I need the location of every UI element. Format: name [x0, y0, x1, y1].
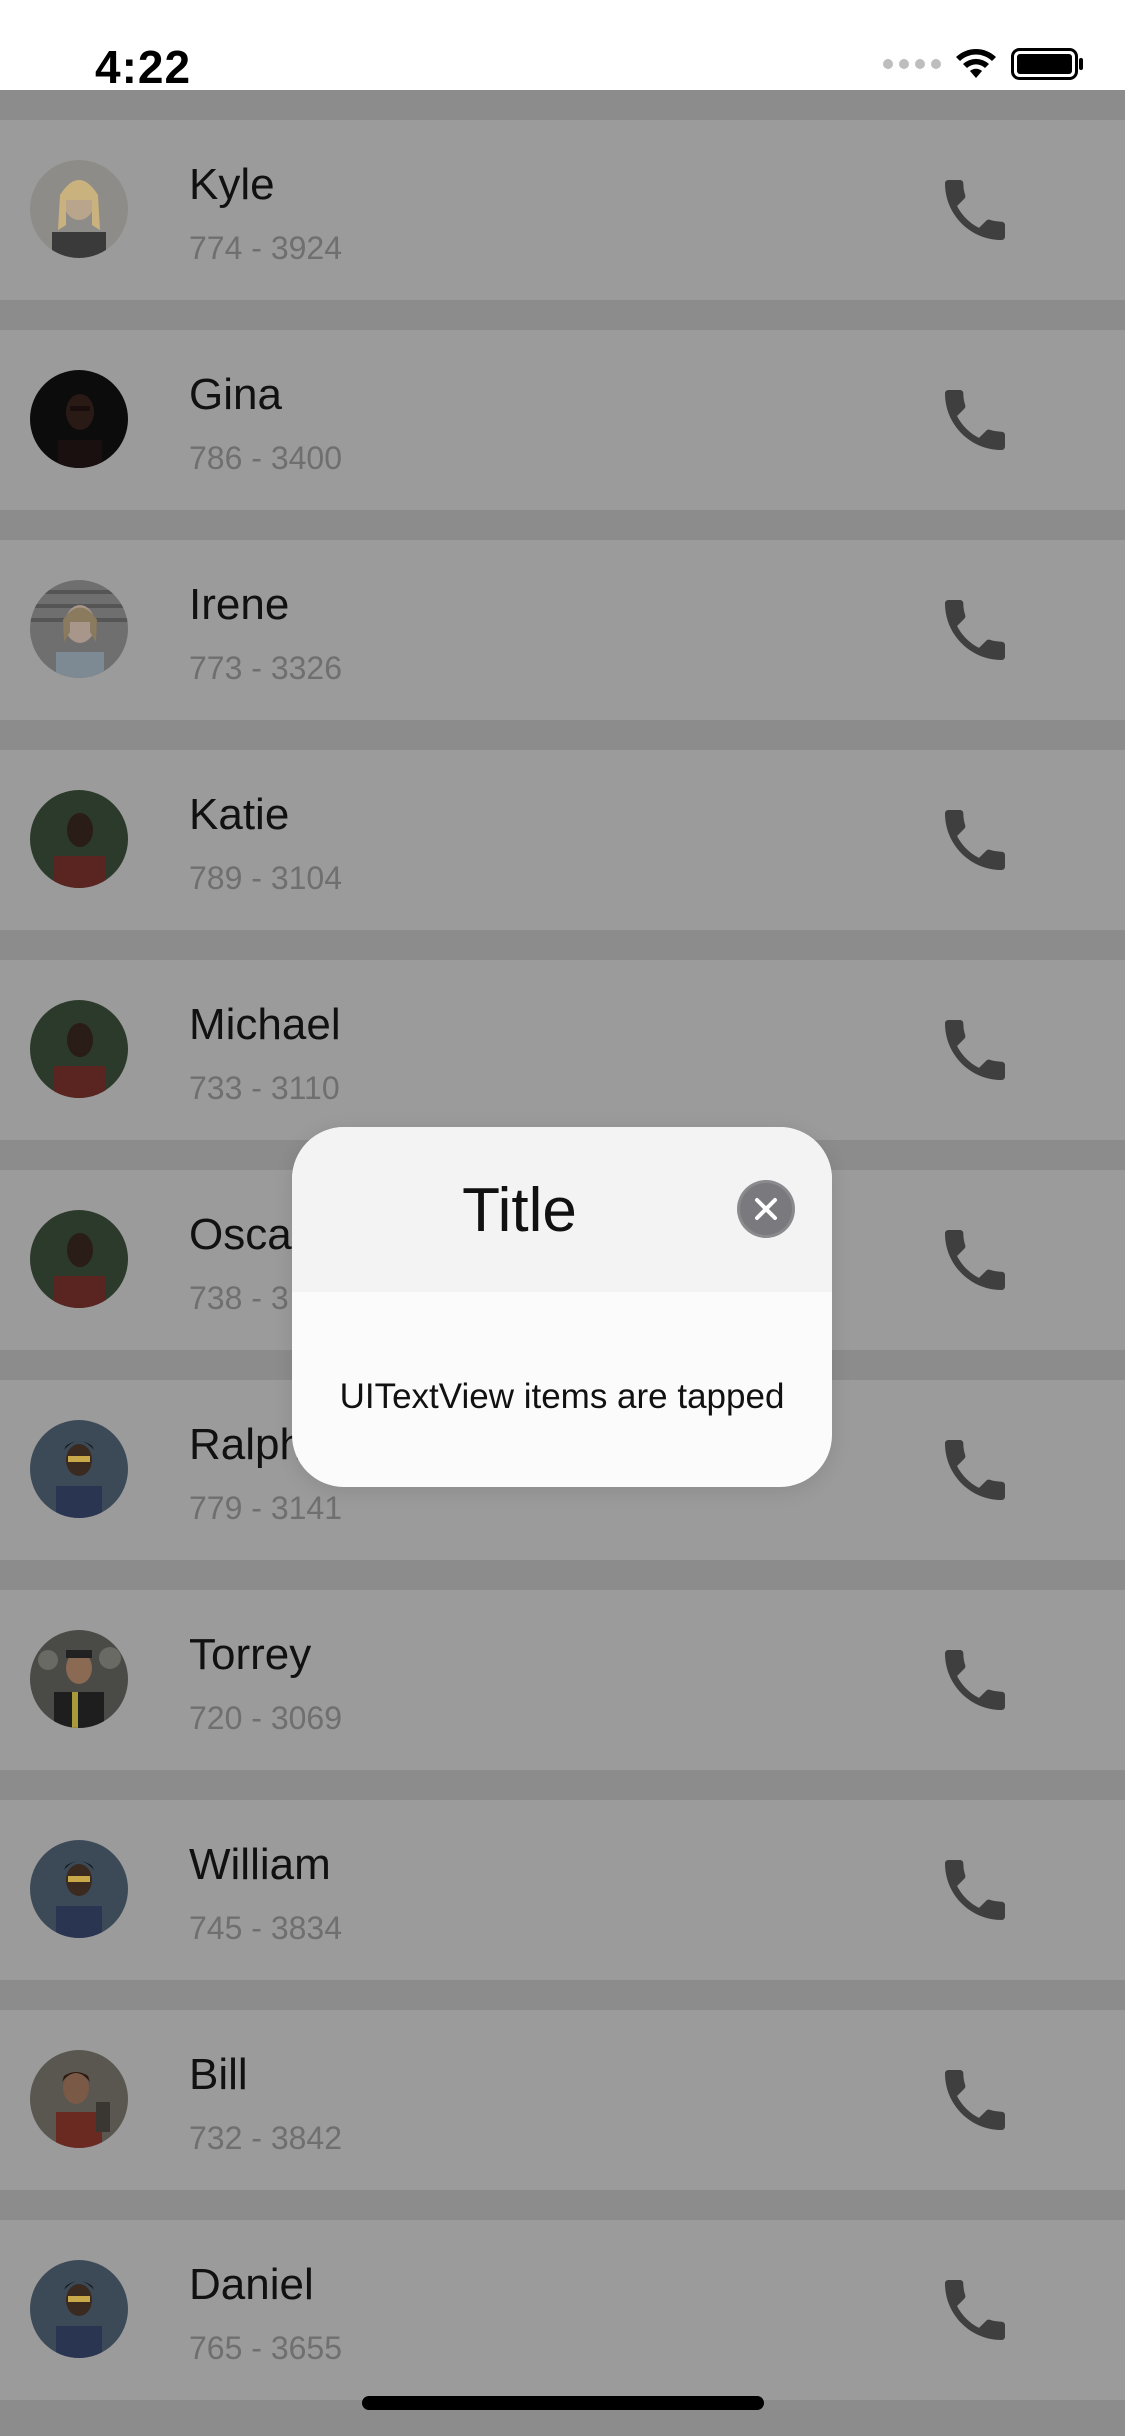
home-indicator[interactable]: [362, 2396, 764, 2410]
popup-message: UITextView items are tapped: [339, 1377, 785, 1416]
contact-phone: 779 - 3141: [189, 1490, 343, 1526]
wifi-icon: [956, 49, 996, 78]
contact-row-katie[interactable]: Katie 789 - 3104: [0, 750, 1125, 930]
battery-icon: [1011, 48, 1083, 80]
phone-icon[interactable]: [935, 380, 1015, 460]
contact-name: Kyle: [189, 160, 275, 209]
contact-name: Irene: [189, 580, 290, 629]
contact-phone: 732 - 3842: [189, 2120, 343, 2156]
contact-phone: 789 - 3104: [189, 860, 343, 896]
close-icon[interactable]: [736, 1179, 796, 1239]
avatar: [30, 1210, 128, 1308]
avatar: [30, 1840, 128, 1938]
contact-phone: 765 - 3655: [189, 2330, 343, 2366]
contact-row-bill[interactable]: Bill 732 - 3842: [0, 2010, 1125, 2190]
contact-name: Michael: [189, 1000, 341, 1049]
contact-name: Bill: [189, 2050, 248, 2099]
popup-title: Title: [462, 1176, 577, 1245]
contact-name: William: [189, 1840, 331, 1889]
phone-icon[interactable]: [935, 1850, 1015, 1930]
contact-phone: 733 - 3110: [189, 1070, 340, 1106]
avatar: [30, 2260, 128, 2358]
status-indicators: [883, 48, 1085, 80]
contact-row-kyle[interactable]: Kyle 774 - 3924: [0, 120, 1125, 300]
phone-icon[interactable]: [935, 2060, 1015, 2140]
contact-row-irene[interactable]: Irene 773 - 3326: [0, 540, 1125, 720]
avatar: [30, 2050, 128, 2148]
avatar: [30, 1630, 128, 1728]
contact-phone: 720 - 3069: [189, 1700, 343, 1736]
status-bar: 4:22: [0, 0, 1125, 93]
phone-icon[interactable]: [935, 800, 1015, 880]
phone-icon[interactable]: [935, 2270, 1015, 2350]
contact-name: Oscar: [189, 1210, 307, 1259]
phone-icon[interactable]: [935, 170, 1015, 250]
contact-row-gina[interactable]: Gina 786 - 3400: [0, 330, 1125, 510]
contact-name: Daniel: [189, 2260, 314, 2309]
contact-phone: 773 - 3326: [189, 650, 343, 686]
contact-name: Torrey: [189, 1630, 312, 1679]
contact-name: Katie: [189, 790, 290, 839]
contact-phone: 738 - 3: [189, 1280, 289, 1316]
avatar: [30, 790, 128, 888]
avatar: [30, 1000, 128, 1098]
avatar: [30, 370, 128, 468]
avatar: [30, 160, 128, 258]
phone-icon[interactable]: [935, 590, 1015, 670]
avatar: [30, 580, 128, 678]
contact-name: Gina: [189, 370, 282, 419]
contact-row-william[interactable]: William 745 - 3834: [0, 1800, 1125, 1980]
contact-phone: 786 - 3400: [189, 440, 343, 476]
phone-icon[interactable]: [935, 1220, 1015, 1300]
status-time: 4:22: [95, 41, 192, 93]
contact-phone: 774 - 3924: [189, 230, 343, 266]
contact-phone: 745 - 3834: [189, 1910, 343, 1946]
phone-icon[interactable]: [935, 1010, 1015, 1090]
contact-row-michael[interactable]: Michael 733 - 3110: [0, 960, 1125, 1140]
phone-icon[interactable]: [935, 1430, 1015, 1510]
cellular-signal-icon: [883, 59, 941, 69]
contact-row-torrey[interactable]: Torrey 720 - 3069: [0, 1590, 1125, 1770]
phone-icon[interactable]: [935, 1640, 1015, 1720]
contact-row-daniel[interactable]: Daniel 765 - 3655: [0, 2220, 1125, 2400]
popup-header: Title: [292, 1127, 832, 1292]
avatar: [30, 1420, 128, 1518]
contact-name: Ralph: [189, 1420, 304, 1469]
popup-dialog[interactable]: Title UITextView items are tapped: [292, 1127, 832, 1487]
